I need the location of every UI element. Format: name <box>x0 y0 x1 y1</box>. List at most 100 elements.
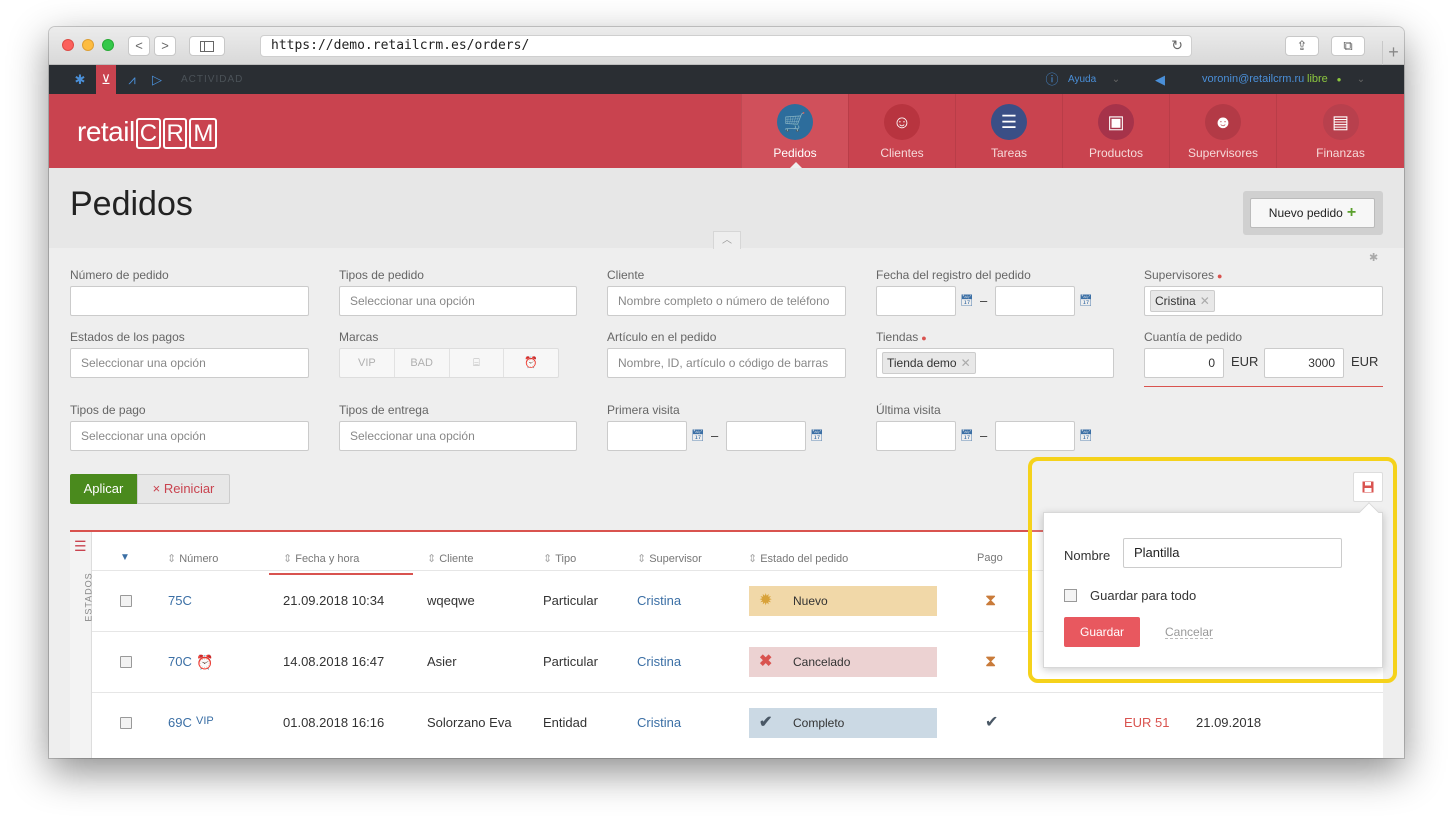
cart-nav-icon[interactable]: ⊻ <box>96 65 116 94</box>
calendar-icon[interactable]: 📅︎ <box>960 294 974 307</box>
nav-finanzas[interactable]: ▤ Finanzas <box>1276 94 1404 168</box>
close-window-button[interactable] <box>62 39 74 51</box>
address-bar[interactable]: https://demo.retailcrm.es/orders/ ↻ <box>260 35 1192 57</box>
last-visit-from-input[interactable] <box>876 421 956 451</box>
order-supervisor-link[interactable]: Cristina <box>637 632 681 692</box>
save-for-all-label[interactable]: Guardar para todo <box>1090 588 1196 603</box>
cancel-link[interactable]: Cancelar <box>1165 617 1214 639</box>
apply-button[interactable]: Aplicar <box>70 474 137 504</box>
row-checkbox[interactable] <box>120 595 132 607</box>
order-client[interactable]: Solorzano Eva <box>427 693 512 753</box>
calendar-icon[interactable]: 📅︎ <box>691 429 705 442</box>
row-checkbox[interactable] <box>120 717 132 729</box>
payment-states-select[interactable]: Seleccionar una opción <box>70 348 309 378</box>
brand-vip-option[interactable]: VIP <box>340 349 395 377</box>
user-status[interactable]: libre <box>1307 65 1328 94</box>
activity-link[interactable]: ACTIVIDAD <box>181 65 243 94</box>
hamburger-menu-icon[interactable]: ☰ <box>74 538 87 555</box>
announcements-megaphone-icon[interactable]: ◀ <box>1151 65 1169 94</box>
column-header-status[interactable]: ⇕ Estado del pedido <box>748 552 848 565</box>
nav-clientes[interactable]: ☺ Clientes <box>848 94 955 168</box>
zoom-window-button[interactable] <box>102 39 114 51</box>
activity-play-icon[interactable]: ▷ <box>149 65 165 94</box>
analytics-icon[interactable]: ⩘ <box>123 65 141 94</box>
order-number-link[interactable]: 75C <box>168 571 192 631</box>
supervisor-tag[interactable]: Cristina ✕ <box>1150 290 1215 312</box>
stores-select[interactable]: Tienda demo ✕ <box>876 348 1114 378</box>
store-tag[interactable]: Tienda demo ✕ <box>882 352 976 374</box>
table-row[interactable]: 69C VIP 01.08.2018 16:16 Solorzano Eva E… <box>92 692 1383 753</box>
delivery-types-label: Tipos de entrega <box>339 403 429 417</box>
help-icon[interactable]: ⓘ <box>1044 65 1060 94</box>
column-header-client[interactable]: ⇕ Cliente <box>427 552 473 565</box>
status-badge-nuevo[interactable]: ✹ Nuevo <box>749 586 937 616</box>
filter-settings-gear-icon[interactable]: ✱ <box>1369 251 1378 264</box>
settings-gear-icon[interactable]: ✱ <box>71 65 89 94</box>
payment-types-select[interactable]: Seleccionar una opción <box>70 421 309 451</box>
order-number-link[interactable]: 70C <box>168 632 192 692</box>
order-supervisor-link[interactable]: Cristina <box>637 693 681 753</box>
nav-tareas[interactable]: ☰ Tareas <box>955 94 1062 168</box>
user-chevron-down-icon[interactable]: ⌄ <box>1354 65 1368 94</box>
calendar-icon[interactable]: 📅︎ <box>1079 294 1093 307</box>
retailcrm-logo[interactable]: retail C R M <box>77 116 218 149</box>
first-visit-to-input[interactable] <box>726 421 806 451</box>
last-visit-to-input[interactable] <box>995 421 1075 451</box>
user-email[interactable]: voronin@retailcrm.ru <box>1202 65 1304 94</box>
order-number-input[interactable] <box>70 286 309 316</box>
nav-productos[interactable]: ▣ Productos <box>1062 94 1169 168</box>
help-chevron-down-icon[interactable]: ⌄ <box>1109 65 1123 94</box>
save-for-all-checkbox[interactable] <box>1064 589 1077 602</box>
order-client[interactable]: Asier <box>427 632 457 692</box>
nav-supervisores[interactable]: ☻ Supervisores <box>1169 94 1276 168</box>
save-button[interactable]: Guardar <box>1064 617 1140 647</box>
order-number-link[interactable]: 69C <box>168 693 192 753</box>
column-header-payment[interactable]: Pago <box>977 552 1003 564</box>
save-filter-floppy-icon[interactable] <box>1353 472 1383 502</box>
nav-pedidos[interactable]: 🛒 Pedidos <box>741 94 848 168</box>
brand-bad-option[interactable]: BAD <box>395 349 450 377</box>
states-sidebar[interactable]: ☰ ESTADOS <box>70 532 94 758</box>
amount-from-input[interactable]: 0 <box>1144 348 1224 378</box>
client-input[interactable]: Nombre completo o número de teléfono <box>607 286 846 316</box>
column-header-supervisor[interactable]: ⇕ Supervisor <box>637 552 702 565</box>
help-link[interactable]: Ayuda <box>1068 65 1096 94</box>
new-tab-button[interactable]: + <box>1382 41 1404 65</box>
remove-tag-icon[interactable]: ✕ <box>961 356 971 370</box>
order-client[interactable]: wqeqwe <box>427 571 475 631</box>
order-supervisor-link[interactable]: Cristina <box>637 571 681 631</box>
reset-button[interactable]: × Reiniciar <box>137 474 230 504</box>
select-all-dropdown-icon[interactable]: ▼ <box>120 552 130 563</box>
required-dot-icon: ● <box>1217 271 1223 281</box>
status-badge-cancelado[interactable]: ✖ Cancelado <box>749 647 937 677</box>
supervisors-select[interactable]: Cristina ✕ <box>1144 286 1383 316</box>
column-header-number[interactable]: ⇕ Número <box>167 552 218 565</box>
collapse-filters-chevron-up-icon[interactable]: ︿ <box>713 231 741 249</box>
back-button[interactable]: < <box>128 36 150 56</box>
calendar-icon[interactable]: 📅︎ <box>1079 429 1093 442</box>
remove-tag-icon[interactable]: ✕ <box>1200 294 1210 308</box>
delivery-types-select[interactable]: Seleccionar una opción <box>339 421 577 451</box>
column-header-type[interactable]: ⇕ Tipo <box>543 552 576 565</box>
forward-button[interactable]: > <box>154 36 176 56</box>
tabs-overview-button[interactable]: ⧉ <box>1331 36 1365 56</box>
amount-to-input[interactable]: 3000 <box>1264 348 1344 378</box>
order-types-select[interactable]: Seleccionar una opción <box>339 286 577 316</box>
calendar-icon[interactable]: 📅︎ <box>960 429 974 442</box>
calendar-icon[interactable]: 📅︎ <box>810 429 824 442</box>
first-visit-from-input[interactable] <box>607 421 687 451</box>
registration-date-from-input[interactable] <box>876 286 956 316</box>
template-name-input[interactable]: Plantilla <box>1123 538 1342 568</box>
brand-alarm-option[interactable]: ⏰ <box>504 349 558 377</box>
registration-date-to-input[interactable] <box>995 286 1075 316</box>
row-checkbox[interactable] <box>120 656 132 668</box>
share-button[interactable]: ⇪ <box>1285 36 1319 56</box>
status-badge-completo[interactable]: ✔ Completo <box>749 708 937 738</box>
brand-calendar-option[interactable]: ⌸ <box>450 349 505 377</box>
column-header-datetime[interactable]: ⇕ Fecha y hora <box>283 552 359 565</box>
sidebar-toggle-button[interactable] <box>189 36 225 56</box>
new-order-button[interactable]: Nuevo pedido + <box>1250 198 1375 228</box>
minimize-window-button[interactable] <box>82 39 94 51</box>
article-input[interactable]: Nombre, ID, artículo o código de barras <box>607 348 846 378</box>
reload-icon[interactable]: ↻ <box>1171 36 1183 56</box>
